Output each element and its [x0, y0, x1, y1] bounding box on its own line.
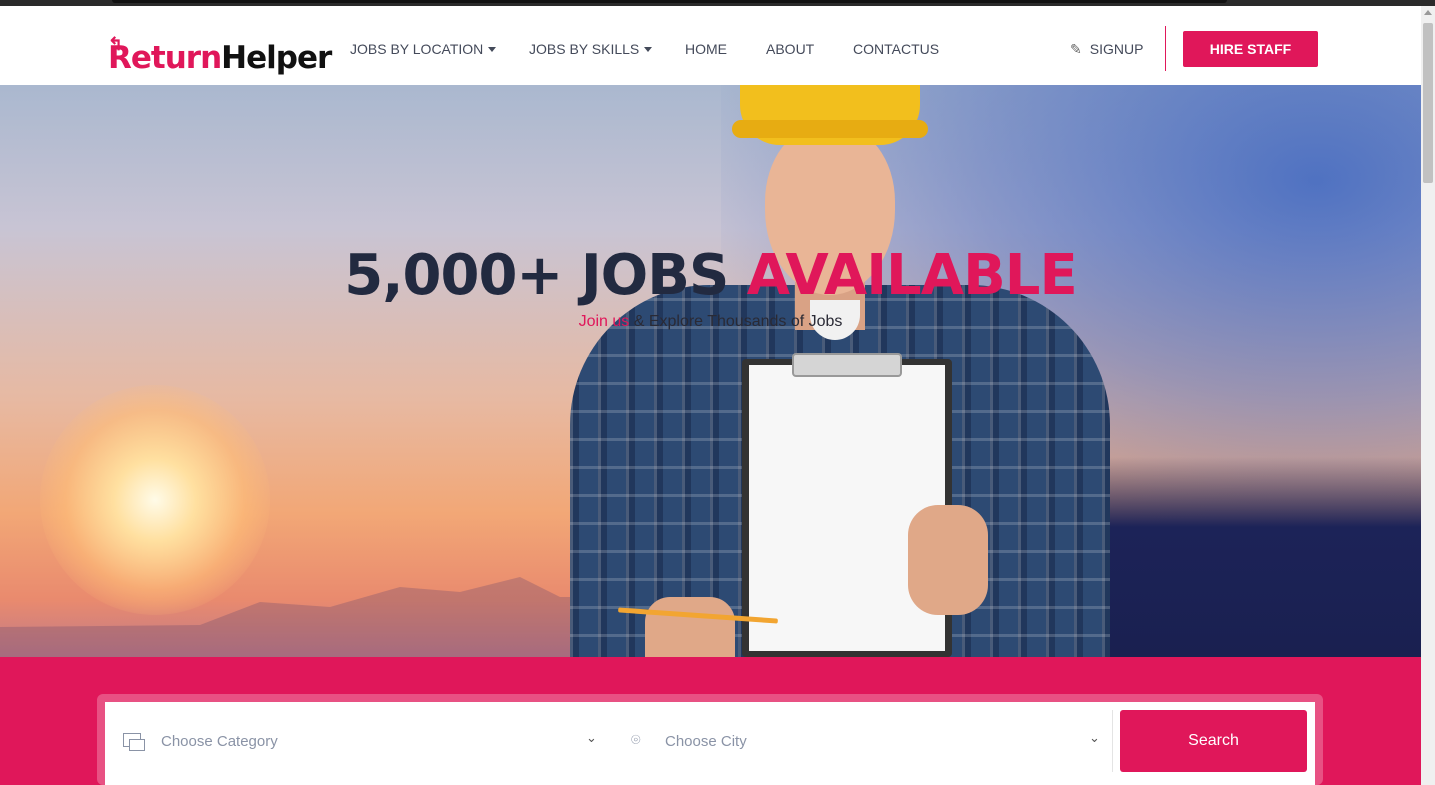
- caret-down-icon: [644, 47, 653, 52]
- nav-contactus[interactable]: CONTACTUS: [853, 41, 939, 57]
- browser-tab-strip: [112, 0, 1227, 3]
- city-select[interactable]: ⌾ Choose City ⌄: [625, 702, 1105, 782]
- join-us-text: Join us: [578, 313, 630, 330]
- nav-label: ABOUT: [766, 41, 815, 57]
- page-scrollbar[interactable]: [1421, 6, 1435, 785]
- chevron-down-icon: ⌄: [1089, 730, 1100, 745]
- category-select[interactable]: Choose Category ⌄: [105, 702, 610, 782]
- field-divider: [1112, 710, 1113, 772]
- scroll-thumb[interactable]: [1423, 23, 1433, 183]
- hero-worker-image: [550, 85, 1130, 657]
- hero-title-main: 5,000+ JOBS: [344, 243, 747, 308]
- hard-hat-brim: [732, 120, 928, 138]
- hero-title-accent: AVAILABLE: [746, 243, 1078, 308]
- hero-title: 5,000+ JOBS AVAILABLE: [0, 243, 1421, 308]
- signup-link[interactable]: ✎ SIGNUP: [1070, 41, 1143, 58]
- hero-subtitle-rest: & Explore Thousands of Jobs: [629, 313, 843, 330]
- category-placeholder: Choose Category: [161, 733, 278, 750]
- worker-hand: [908, 505, 988, 615]
- pencil-icon: ✎: [1070, 41, 1082, 57]
- nav-label: JOBS BY LOCATION: [350, 41, 484, 57]
- nav-home[interactable]: HOME: [685, 41, 727, 57]
- clipboard-clip: [792, 353, 902, 377]
- category-icon-layer: [129, 739, 145, 751]
- chevron-down-icon: ⌄: [586, 730, 597, 745]
- site-header: ↰ ReturnHelper JOBS BY LOCATION JOBS BY …: [0, 6, 1421, 85]
- nav-label: CONTACTUS: [853, 41, 940, 57]
- nav-divider: [1165, 26, 1166, 71]
- clipboard-paper: [749, 365, 945, 651]
- nav-jobs-by-location[interactable]: JOBS BY LOCATION: [350, 41, 497, 57]
- hero-subtitle: Join us & Explore Thousands of Jobs: [0, 313, 1421, 331]
- nav-label: HOME: [685, 41, 727, 57]
- nav-label: JOBS BY SKILLS: [529, 41, 640, 57]
- worker-hand: [645, 597, 735, 657]
- hire-staff-button[interactable]: HIRE STAFF: [1183, 31, 1318, 67]
- scroll-up-arrow-icon[interactable]: [1424, 10, 1432, 15]
- hero-banner: 5,000+ JOBS AVAILABLE Join us & Explore …: [0, 85, 1421, 657]
- caret-down-icon: [488, 47, 497, 52]
- clipboard: [742, 353, 952, 657]
- nav-jobs-by-skills[interactable]: JOBS BY SKILLS: [529, 41, 653, 57]
- returnhelper-logo[interactable]: ↰ ReturnHelper: [108, 34, 332, 88]
- nav-about[interactable]: ABOUT: [766, 41, 814, 57]
- signup-label: SIGNUP: [1089, 41, 1144, 57]
- location-pin-icon: ⌾: [631, 732, 641, 749]
- search-button[interactable]: Search: [1120, 710, 1307, 772]
- logo-text: ReturnHelper: [108, 40, 332, 76]
- city-placeholder: Choose City: [665, 733, 747, 750]
